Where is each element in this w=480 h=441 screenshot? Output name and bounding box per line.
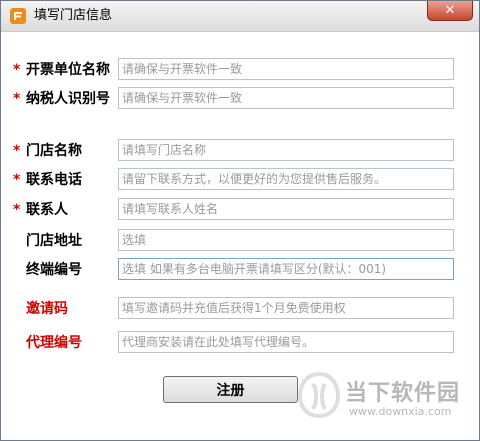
form-row-terminal-id: 终端编号 选填 如果有多台电脑开票请填写区分(默认：001): [1, 258, 479, 282]
address-label: 门店地址: [26, 233, 82, 249]
required-marker: *: [13, 143, 21, 159]
watermark-logo-icon: [297, 371, 341, 419]
required-marker: *: [13, 91, 21, 107]
required-marker: *: [13, 202, 21, 218]
form-row-phone: * 联系电话 请留下联系方式，以便更好的为您提供售后服务。: [1, 168, 479, 192]
form-row-store-name: * 门店名称 请填写门店名称: [1, 139, 479, 163]
dialog-window: 填写门店信息 ✕ * 开票单位名称 请确保与开票软件一致 * 纳税人识别号 请确…: [0, 0, 480, 441]
register-button[interactable]: 注册: [163, 376, 298, 403]
terminal-id-label: 终端编号: [26, 262, 82, 278]
tax-id-label: 纳税人识别号: [26, 91, 110, 107]
company-name-label: 开票单位名称: [26, 62, 110, 78]
required-marker: *: [13, 172, 21, 188]
close-button[interactable]: ✕: [427, 1, 473, 21]
contact-label: 联系人: [26, 202, 68, 218]
form-row-agent-id: 代理编号 代理商安装请在此处填写代理编号。: [1, 331, 479, 355]
form-row-tax-id: * 纳税人识别号 请确保与开票软件一致: [1, 87, 479, 111]
watermark-url: www.downxia.com: [349, 405, 452, 418]
form-row-contact: * 联系人 请填写联系人姓名: [1, 198, 479, 222]
app-logo-icon: [10, 8, 26, 24]
store-name-label: 门店名称: [26, 143, 82, 159]
terminal-id-input[interactable]: 选填 如果有多台电脑开票请填写区分(默认：001): [118, 258, 454, 280]
phone-input[interactable]: 请留下联系方式，以便更好的为您提供售后服务。: [118, 168, 454, 190]
title-bar[interactable]: 填写门店信息 ✕: [1, 1, 479, 32]
form-row-address: 门店地址 选填: [1, 229, 479, 253]
invite-code-label: 邀请码: [26, 301, 68, 317]
form-row-invite-code: 邀请码 填写邀请码并充值后获得1个月免费使用权: [1, 297, 479, 321]
required-marker: *: [13, 62, 21, 78]
form-row-company-name: * 开票单位名称 请确保与开票软件一致: [1, 58, 479, 82]
company-name-input[interactable]: 请确保与开票软件一致: [118, 58, 454, 80]
window-title: 填写门店信息: [34, 8, 113, 23]
store-name-input[interactable]: 请填写门店名称: [118, 139, 454, 161]
invite-code-input[interactable]: 填写邀请码并充值后获得1个月免费使用权: [118, 297, 454, 319]
tax-id-input[interactable]: 请确保与开票软件一致: [118, 87, 454, 109]
watermark-text: 当下软件园: [345, 381, 461, 406]
close-icon: ✕: [444, 3, 456, 18]
contact-input[interactable]: 请填写联系人姓名: [118, 198, 454, 220]
phone-label: 联系电话: [26, 172, 82, 188]
agent-id-label: 代理编号: [26, 335, 82, 351]
agent-id-input[interactable]: 代理商安装请在此处填写代理编号。: [118, 331, 454, 353]
address-input[interactable]: 选填: [118, 229, 454, 251]
